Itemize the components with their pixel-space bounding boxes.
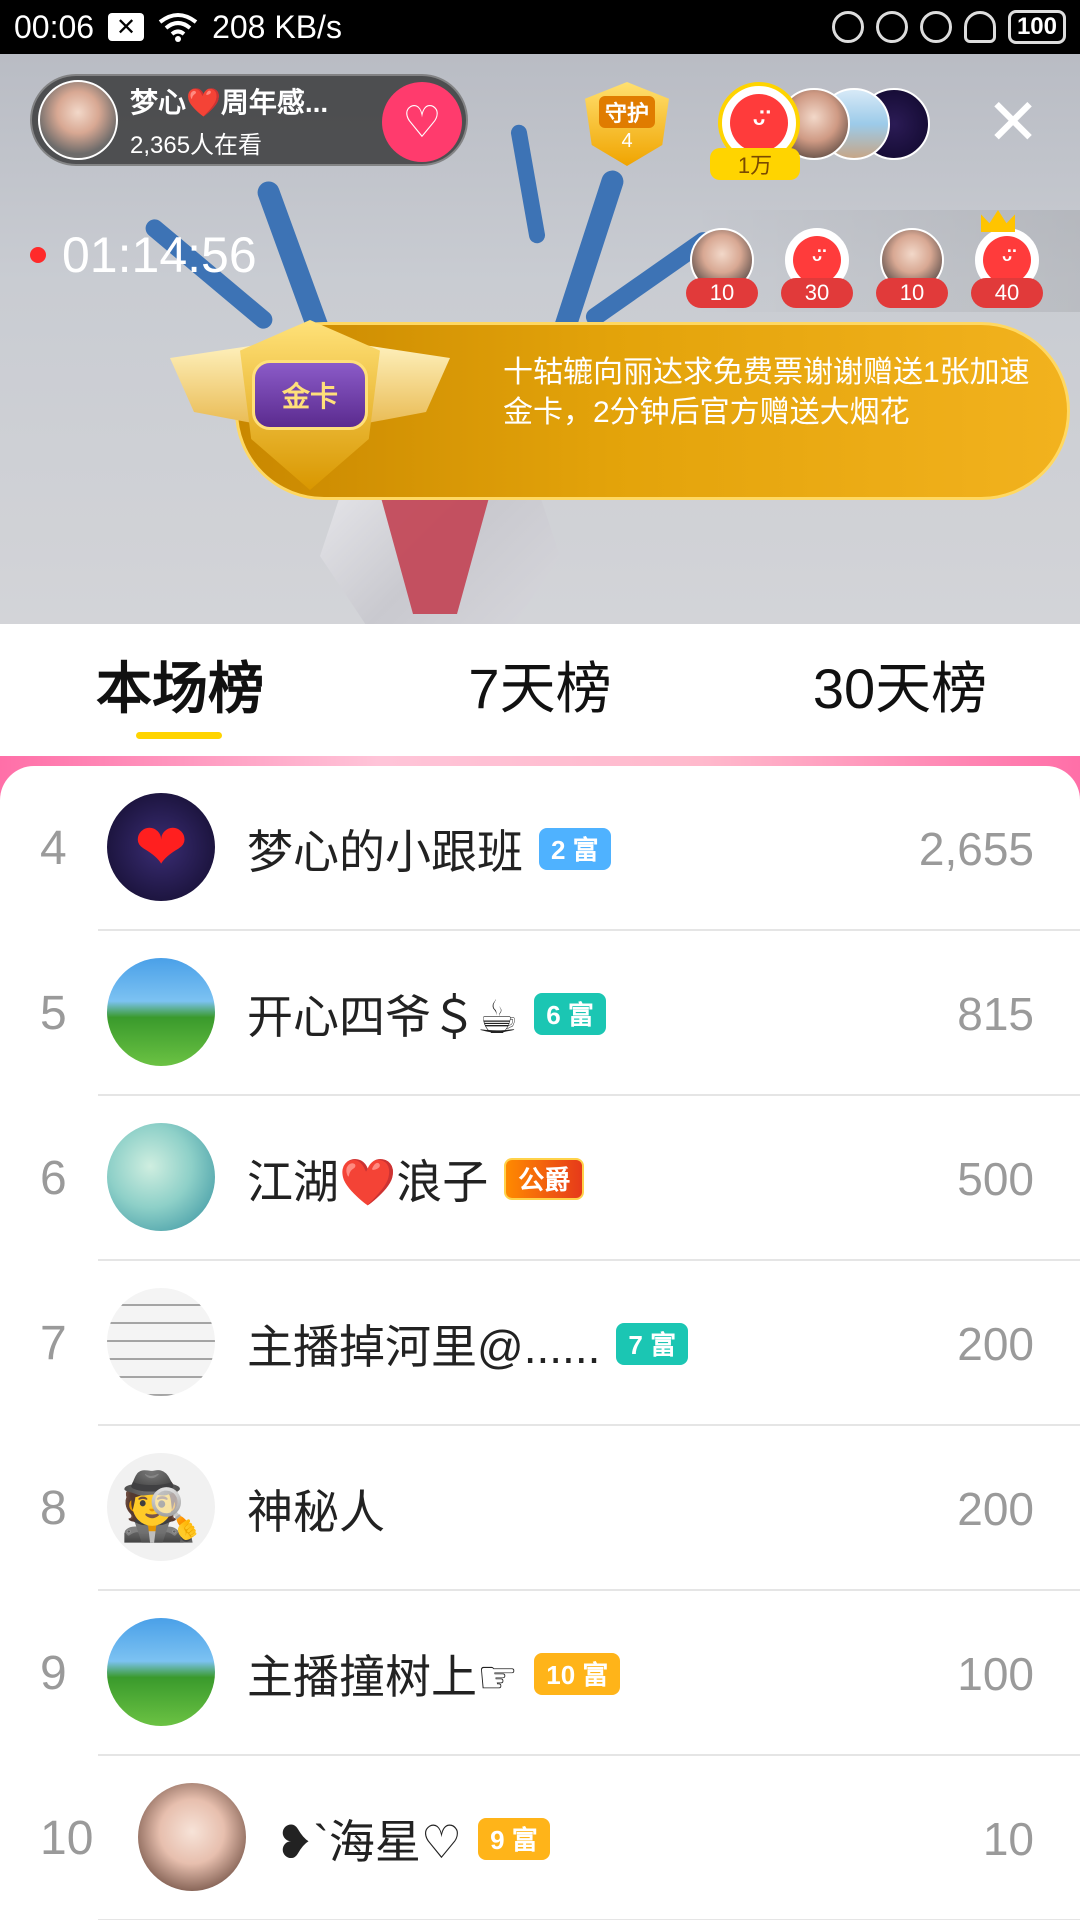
user-score: 500	[957, 1152, 1034, 1205]
viewer-count-badge: 40	[971, 278, 1043, 308]
ranking-row[interactable]: 9 主播撞树上☞ 10 富 100	[0, 1591, 1080, 1756]
smiley-icon: ᵕ̈	[730, 94, 788, 152]
user-avatar[interactable]	[107, 1288, 215, 1396]
viewer-count: 2,365人在看	[130, 131, 263, 159]
viewer-avatar[interactable]: ᵕ̈ 30	[781, 228, 853, 310]
gold-card-label: 金卡	[252, 360, 368, 430]
viewer-count-badge: 10	[686, 278, 758, 308]
notification-x-icon: ✕	[108, 13, 145, 41]
viewer-avatar[interactable]: 10	[876, 228, 948, 310]
user-avatar[interactable]	[107, 1123, 215, 1231]
ranking-list: 4 ❤ 梦心的小跟班 2 富 2,655 5 开心四爷＄☕ 6 富 815 6 …	[0, 766, 1080, 1920]
ranking-row[interactable]: 8 🕵 神秘人 200	[0, 1426, 1080, 1591]
user-avatar[interactable]	[107, 1618, 215, 1726]
guard-badge[interactable]: 守护 4	[585, 82, 669, 166]
host-info-pill[interactable]: 梦心❤️周年感... 2,365人在看 ♡	[30, 74, 468, 166]
user-score: 2,655	[918, 822, 1034, 875]
live-dot-icon	[30, 247, 46, 263]
user-score: 200	[957, 1482, 1034, 1535]
alarm-icon	[919, 11, 952, 43]
user-name-line: 梦心的小跟班 2 富	[247, 766, 611, 931]
user-name-line: 主播撞树上☞ 10 富	[247, 1591, 621, 1756]
user-name-line: 神秘人	[247, 1426, 385, 1591]
user-name-line: 开心四爷＄☕ 6 富	[247, 931, 606, 1096]
viewer-count-badge: 10	[876, 278, 948, 308]
viewer-avatar[interactable]: ᵕ̈ 40	[971, 210, 1043, 310]
user-name-line: ❥`海星♡ 9 富	[275, 1756, 550, 1920]
noble-badge: 公爵	[504, 1157, 585, 1200]
live-video[interactable]: 梦心❤️周年感... 2,365人在看 ♡ 守护 4 ᵕ̈ 1万 ✕ 01:14…	[0, 54, 1080, 624]
user-name-line: 主播掉河里@...... 7 富	[247, 1261, 689, 1426]
crown-icon	[981, 210, 1015, 232]
close-button[interactable]: ✕	[985, 90, 1041, 154]
ranking-row[interactable]: 10 ❥`海星♡ 9 富 10	[0, 1756, 1080, 1920]
tab-this-session[interactable]: 本场榜	[60, 624, 300, 744]
user-score: 10	[982, 1812, 1034, 1865]
rank-number: 10	[40, 1812, 94, 1865]
battery-indicator: 100	[1007, 10, 1066, 44]
host-name: 梦心❤️周年感...	[130, 86, 329, 118]
smiley-icon: ᵕ̈	[793, 236, 841, 284]
user-name: 主播掉河里@......	[247, 1320, 601, 1373]
ranking-row[interactable]: 6 江湖❤️浪子 公爵 500	[0, 1096, 1080, 1261]
user-score: 815	[957, 987, 1034, 1040]
tab-30-days[interactable]: 30天榜	[780, 624, 1020, 744]
user-name: 开心四爷＄☕	[247, 990, 519, 1043]
user-name-line: 江湖❤️浪子 公爵	[247, 1096, 585, 1261]
user-avatar[interactable]	[138, 1783, 246, 1891]
lock-icon	[875, 11, 908, 43]
timer-text: 01:14:56	[62, 227, 257, 283]
headphones-icon	[963, 11, 996, 43]
wealth-badge: 2 富	[539, 827, 611, 870]
user-score: 100	[957, 1647, 1034, 1700]
top-fan-tag: 1万	[710, 148, 800, 180]
viewer-count-badge: 30	[781, 278, 853, 308]
mute-icon	[831, 11, 864, 43]
guard-label: 守护	[598, 95, 655, 128]
user-name: ❥`海星♡	[275, 1815, 463, 1868]
user-avatar[interactable]	[107, 958, 215, 1066]
viewer-strip: 10 ᵕ̈ 30 10 ᵕ̈ 40	[686, 210, 1080, 312]
status-bar: 00:06 ✕ 208 KB/s 100	[0, 0, 1080, 54]
user-name: 梦心的小跟班	[247, 825, 523, 878]
wifi-icon	[158, 13, 198, 42]
wealth-badge: 9 富	[478, 1817, 550, 1860]
user-name: 主播撞树上☞	[247, 1650, 519, 1703]
wealth-badge: 10 富	[534, 1652, 621, 1695]
ranking-row[interactable]: 5 开心四爷＄☕ 6 富 815	[0, 931, 1080, 1096]
user-score: 200	[957, 1317, 1034, 1370]
smiley-icon: ᵕ̈	[983, 236, 1031, 284]
live-timer: 01:14:56	[30, 226, 257, 284]
user-name: 神秘人	[247, 1485, 385, 1538]
guard-count: 4	[621, 129, 633, 152]
ranking-row[interactable]: 4 ❤ 梦心的小跟班 2 富 2,655	[0, 766, 1080, 931]
wealth-badge: 7 富	[616, 1322, 689, 1365]
viewer-avatar[interactable]: 10	[686, 228, 758, 310]
user-name: 江湖❤️浪子	[247, 1155, 489, 1208]
wealth-badge: 6 富	[534, 992, 606, 1035]
tab-7-days[interactable]: 7天榜	[420, 624, 660, 744]
active-tab-indicator	[136, 732, 222, 739]
user-avatar[interactable]: ❤	[107, 793, 215, 901]
ranking-tabs: 本场榜 7天榜 30天榜	[0, 624, 1080, 756]
status-time: 00:06	[14, 8, 95, 45]
gold-card-icon: 金卡	[170, 300, 450, 500]
network-speed: 208 KB/s	[212, 8, 342, 45]
gift-message: 十轱辘向丽达求免费票谢谢赠送1张加速金卡，2分钟后官方赠送大烟花	[503, 356, 1030, 429]
top-fans-group[interactable]: ᵕ̈ 1万	[710, 82, 948, 182]
ranking-row[interactable]: 7 主播掉河里@...... 7 富 200	[0, 1261, 1080, 1426]
host-avatar[interactable]	[38, 80, 118, 160]
mystery-user-avatar[interactable]: 🕵	[107, 1453, 215, 1561]
follow-heart-button[interactable]: ♡	[382, 82, 462, 162]
antler-decoration	[509, 123, 547, 245]
